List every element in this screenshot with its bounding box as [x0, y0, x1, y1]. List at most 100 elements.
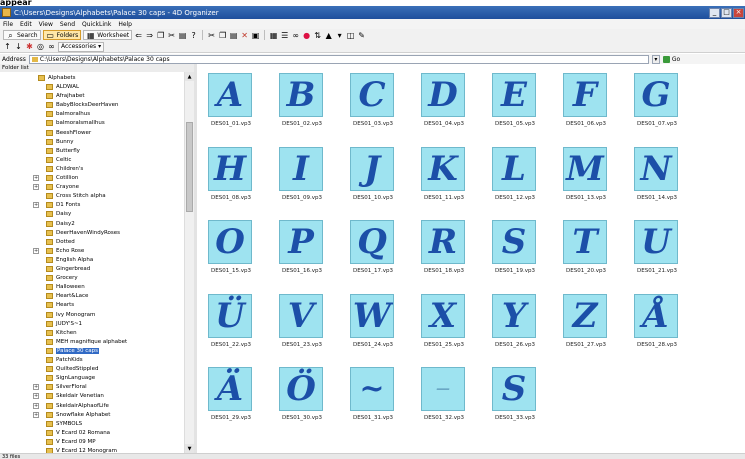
stitch-icon[interactable]: ✱ [25, 42, 34, 51]
search-button[interactable]: ⌕ Search [3, 30, 41, 40]
tree-node[interactable]: PatchKids [46, 356, 83, 364]
tree-node[interactable]: MEH magnifique alphabet [46, 338, 127, 346]
tree-node[interactable]: Cross Stitch alpha [46, 192, 106, 200]
tree-node[interactable]: Bunny [46, 138, 74, 146]
expand-icon[interactable]: + [33, 384, 39, 391]
tree-node[interactable]: Butterfly [46, 147, 80, 155]
file-thumbnail[interactable]: L DES01_12.vp3 [485, 140, 545, 215]
tree-node[interactable]: balmoralsmallhus [46, 119, 105, 127]
tree-node[interactable]: V Ecard 02 Romana [46, 429, 110, 437]
tree-node[interactable]: Grocery [46, 274, 78, 282]
address-field[interactable]: C:\Users\Designs\Alphabets\Palace 30 cap… [28, 54, 649, 64]
cut-icon[interactable]: ✂ [167, 31, 176, 40]
sort-ascending-icon[interactable]: ↑ [3, 42, 12, 51]
sort-icon[interactable]: ⇅ [313, 31, 322, 40]
file-thumbnail[interactable]: W DES01_24.vp3 [343, 287, 403, 362]
tree-node[interactable]: + Snowflake Alphabet [33, 411, 110, 419]
file-thumbnail[interactable]: F DES01_06.vp3 [556, 66, 616, 141]
menu-view[interactable]: View [39, 21, 53, 28]
tree-node[interactable]: Celtic [46, 156, 71, 164]
sort-descending-icon[interactable]: ↓ [14, 42, 23, 51]
tree-node[interactable]: Hearts [46, 301, 74, 309]
file-thumbnail[interactable]: X DES01_25.vp3 [414, 287, 474, 362]
file-thumbnail[interactable]: Ä DES01_29.vp3 [201, 360, 261, 435]
file-thumbnail[interactable]: Y DES01_26.vp3 [485, 287, 545, 362]
file-thumbnail[interactable]: T DES01_20.vp3 [556, 213, 616, 288]
file-thumbnail[interactable]: Å DES01_28.vp3 [627, 287, 687, 362]
file-thumbnail[interactable]: G DES01_07.vp3 [627, 66, 687, 141]
expand-icon[interactable]: + [33, 184, 39, 191]
copy-icon[interactable]: ❐ [156, 31, 165, 40]
file-thumbnail[interactable]: U DES01_21.vp3 [627, 213, 687, 288]
tree-node[interactable]: + D1 Fonts [33, 201, 80, 209]
file-thumbnail[interactable]: R DES01_18.vp3 [414, 213, 474, 288]
tree-node[interactable]: BabyBlocksDeerHaven [46, 101, 119, 109]
expand-icon[interactable]: + [33, 411, 39, 418]
menu-help[interactable]: Help [118, 21, 132, 28]
tree-node[interactable]: Halloween [46, 283, 85, 291]
file-thumbnail[interactable]: C DES01_03.vp3 [343, 66, 403, 141]
cut-icon[interactable]: ✂ [207, 31, 216, 40]
menu-quicklink[interactable]: QuickLink [82, 21, 111, 28]
tree-node-root[interactable]: Alphabets [38, 74, 76, 82]
tree-node[interactable]: + SkeldairAlphaofLife [33, 402, 109, 410]
tree-node[interactable]: Kitchen [46, 329, 77, 337]
tree-node[interactable]: English Alpha [46, 256, 93, 264]
tools-icon[interactable]: ✎ [357, 31, 366, 40]
expand-icon[interactable]: + [33, 393, 39, 400]
tree-node[interactable]: Gingerbread [46, 265, 90, 273]
tree-node[interactable]: Afrajhabet [46, 92, 85, 100]
minimize-button[interactable]: _ [709, 7, 720, 18]
file-thumbnail[interactable]: M DES01_13.vp3 [556, 140, 616, 215]
file-thumbnail[interactable]: S DES01_19.vp3 [485, 213, 545, 288]
tree-node[interactable]: Daisy [46, 210, 71, 218]
file-thumbnail[interactable]: Q DES01_17.vp3 [343, 213, 403, 288]
tree-node[interactable]: Children's [46, 165, 83, 173]
menu-send[interactable]: Send [60, 21, 75, 28]
tree-node[interactable]: Ivy Monogram [46, 311, 95, 319]
tree-node[interactable]: V Ecard 09 MP [46, 438, 96, 446]
address-dropdown[interactable]: ▾ [651, 54, 660, 64]
maximize-button[interactable]: □ [721, 7, 732, 18]
file-thumbnail[interactable]: E DES01_05.vp3 [485, 66, 545, 141]
copy-icon[interactable]: ❐ [218, 31, 227, 40]
link-icon[interactable]: ∞ [291, 31, 300, 40]
expand-icon[interactable]: + [33, 175, 39, 181]
tree-node[interactable]: SignLanguage [46, 374, 95, 382]
paste-icon[interactable]: ▤ [229, 31, 238, 40]
up-arrow-icon[interactable]: ▲ [324, 31, 333, 40]
tree-node[interactable]: SYMBOLS [46, 420, 82, 428]
accessories-button[interactable]: Accessories ▾ [58, 41, 105, 52]
file-thumbnail[interactable]: O DES01_15.vp3 [201, 213, 261, 288]
tree-node[interactable]: ALDWAL [46, 83, 79, 91]
tree-node[interactable]: Daisy2 [46, 220, 75, 228]
tree-node[interactable]: balmoralhus [46, 110, 90, 118]
expand-icon[interactable]: + [33, 402, 39, 409]
hoop-icon[interactable]: ◎ [36, 42, 45, 51]
tree-node[interactable]: QuiltedStippled [46, 365, 98, 373]
file-thumbnail[interactable]: J DES01_10.vp3 [343, 140, 403, 215]
tree-node[interactable]: Dotted [46, 238, 75, 246]
color-icon[interactable]: ● [302, 31, 311, 40]
expand-icon[interactable]: + [33, 247, 39, 254]
close-button[interactable]: × [733, 7, 744, 18]
menu-file[interactable]: File [3, 21, 13, 28]
delete-icon[interactable]: ✕ [240, 31, 249, 40]
tree-node[interactable]: + SilverFloral [33, 383, 87, 391]
file-thumbnail[interactable]: — DES01_32.vp3 [414, 360, 474, 435]
file-thumbnail[interactable]: S DES01_33.vp3 [485, 360, 545, 435]
file-thumbnail[interactable]: N DES01_14.vp3 [627, 140, 687, 215]
file-thumbnail[interactable]: I DES01_09.vp3 [272, 140, 332, 215]
tree-node[interactable]: BeeshFlower [46, 129, 91, 137]
file-thumbnail[interactable]: Z DES01_27.vp3 [556, 287, 616, 362]
paste-icon[interactable]: ▤ [178, 31, 187, 40]
scroll-up-arrow[interactable]: ▲ [185, 72, 194, 81]
tree-node[interactable]: Palace 30 caps [46, 347, 99, 355]
scroll-thumb[interactable] [186, 122, 193, 212]
file-thumbnail[interactable]: A DES01_01.vp3 [201, 66, 261, 141]
go-button[interactable]: Go [662, 55, 680, 63]
worksheet-button[interactable]: ▦ Worksheet [83, 30, 133, 40]
properties-icon[interactable]: ▣ [251, 31, 260, 40]
file-thumbnail[interactable]: Ü DES01_22.vp3 [201, 287, 261, 362]
file-thumbnail[interactable]: Ö DES01_30.vp3 [272, 360, 332, 435]
